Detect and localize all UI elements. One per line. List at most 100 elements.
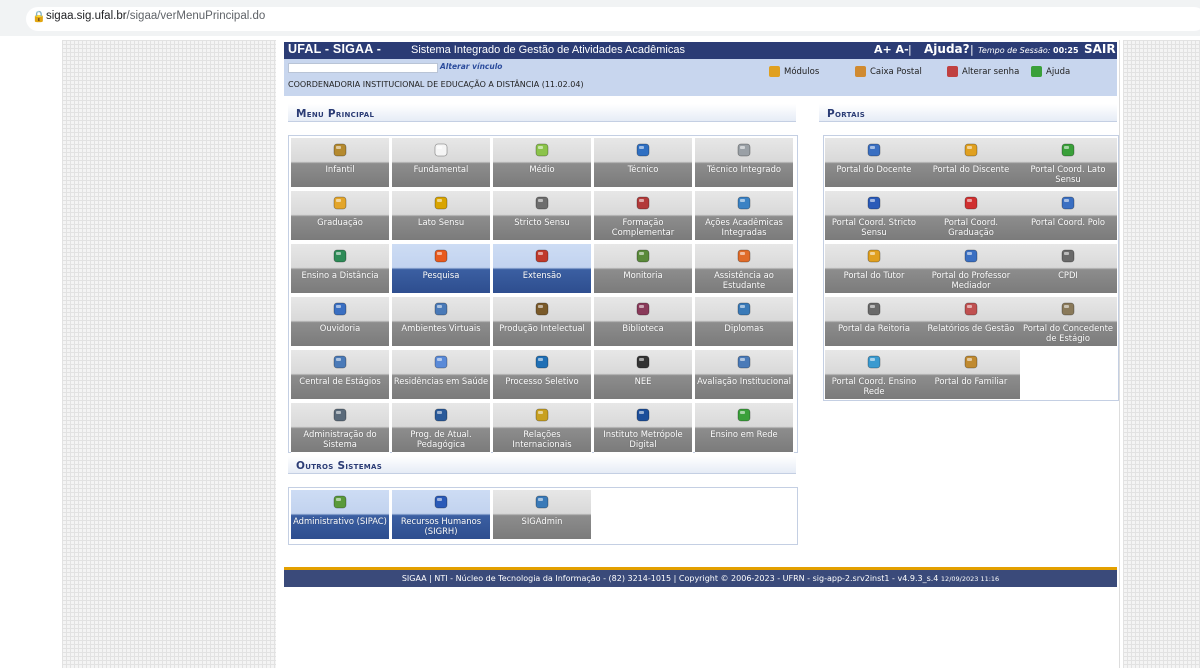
- tile-diplomas[interactable]: Diplomas: [695, 297, 794, 347]
- logout-button[interactable]: SAIR: [1084, 42, 1116, 56]
- toolbar-alterar-senha-button[interactable]: Alterar senha: [947, 65, 1019, 78]
- tile-relatorios-de-gestao[interactable]: Relatórios de Gestão: [922, 297, 1021, 347]
- tile-tecnico-integrado[interactable]: Técnico Integrado: [695, 138, 794, 188]
- tile-relacoes-internacionais[interactable]: Relações Internacionais: [493, 403, 592, 453]
- menu-principal-title: Menu Principal: [288, 104, 796, 122]
- toolbar-caixa-postal-button[interactable]: Caixa Postal: [855, 65, 922, 78]
- tile-label: Fundamental: [413, 164, 469, 174]
- tile-producao-intelectual[interactable]: Produção Intelectual: [493, 297, 592, 347]
- tile-avaliacao-institucional[interactable]: Avaliação Institucional: [695, 350, 794, 400]
- tile-label: Formação Complementar: [611, 217, 675, 237]
- tile-ouvidoria[interactable]: Ouvidoria: [291, 297, 390, 347]
- tile-administracao-do-sistema[interactable]: Administração do Sistema: [291, 403, 390, 453]
- tile-stricto-sensu[interactable]: Stricto Sensu: [493, 191, 592, 241]
- tile-sigadmin[interactable]: SIGAdmin: [493, 490, 592, 540]
- tile-label: Portal Coord. Lato Sensu: [1030, 164, 1106, 184]
- tile-cpdi[interactable]: CPDI: [1019, 244, 1118, 294]
- sipac-icon: [332, 494, 348, 510]
- toolbar-label: Caixa Postal: [870, 66, 922, 77]
- certificate-icon: [736, 142, 752, 158]
- toolbar-modulos-button[interactable]: Módulos: [769, 65, 819, 78]
- tile-label: Lato Sensu: [417, 217, 465, 227]
- tile-ensino-a-distancia[interactable]: Ensino a Distância: [291, 244, 390, 294]
- tile-label: SIGAdmin: [521, 516, 563, 526]
- tile-portal-coord-polo[interactable]: Portal Coord. Polo: [1019, 191, 1118, 241]
- imd-logo-icon: [635, 407, 651, 423]
- tile-portal-do-docente[interactable]: Portal do Docente: [825, 138, 924, 188]
- tile-central-de-estagios[interactable]: Central de Estágios: [291, 350, 390, 400]
- tile-fundamental[interactable]: Fundamental: [392, 138, 491, 188]
- flask-icon: [433, 248, 449, 264]
- tile-label: Portal do Tutor: [843, 270, 905, 280]
- tile-lato-sensu[interactable]: Lato Sensu: [392, 191, 491, 241]
- sigrh-icon: [433, 494, 449, 510]
- tile-infantil[interactable]: Infantil: [291, 138, 390, 188]
- tile-assistencia-ao-estudante[interactable]: Assistência ao Estudante: [695, 244, 794, 294]
- tile-formacao-complementar[interactable]: Formação Complementar: [594, 191, 693, 241]
- header-divider: |: [908, 43, 912, 56]
- brand-subtitle: Sistema Integrado de Gestão de Atividade…: [411, 44, 685, 56]
- tile-ensino-em-rede[interactable]: Ensino em Rede: [695, 403, 794, 453]
- tile-portal-do-discente[interactable]: Portal do Discente: [922, 138, 1021, 188]
- tile-label: Portal Coord. Graduação: [943, 217, 999, 237]
- tile-biblioteca[interactable]: Biblioteca: [594, 297, 693, 347]
- tile-portal-do-tutor[interactable]: Portal do Tutor: [825, 244, 924, 294]
- tile-label: Instituto Metrópole Digital: [603, 429, 683, 449]
- session-time: 00:25: [1053, 46, 1079, 55]
- tile-label: Técnico Integrado: [706, 164, 782, 174]
- tile-portal-coord-stricto-sensu[interactable]: Portal Coord. Stricto Sensu: [825, 191, 924, 241]
- tile-label: Técnico: [627, 164, 659, 174]
- tile-administrativo-sipac[interactable]: Administrativo (SIPAC): [291, 490, 390, 540]
- reitoria-icon: [866, 301, 882, 317]
- tile-label: Graduação: [317, 217, 363, 227]
- tile-label: Relatórios de Gestão: [927, 323, 1015, 333]
- tile-label: Pesquisa: [422, 270, 460, 280]
- professor-mediador-icon: [963, 248, 979, 264]
- coord-lato-icon: [1060, 142, 1076, 158]
- tile-label: Ambientes Virtuais: [401, 323, 481, 333]
- tile-medio[interactable]: Médio: [493, 138, 592, 188]
- tile-portal-coord-lato-sensu[interactable]: Portal Coord. Lato Sensu: [1019, 138, 1118, 188]
- tile-processo-seletivo[interactable]: Processo Seletivo: [493, 350, 592, 400]
- tile-residencias-em-saude[interactable]: Residências em Saúde: [392, 350, 491, 400]
- tile-instituto-metropole-digital[interactable]: Instituto Metrópole Digital: [594, 403, 693, 453]
- tile-portal-coord-graduacao[interactable]: Portal Coord. Graduação: [922, 191, 1021, 241]
- left-background-pattern: [62, 40, 276, 668]
- tile-label: Diplomas: [724, 323, 764, 333]
- tile-extensao[interactable]: Extensão: [493, 244, 592, 294]
- sigadmin-icon: [534, 494, 550, 510]
- brand-title[interactable]: UFAL - SIGAA -: [288, 42, 381, 56]
- familiar-icon: [963, 354, 979, 370]
- tile-portal-do-concedente-de-estagio[interactable]: Portal do Concedente de Estágio: [1019, 297, 1118, 347]
- toolbar-label: Módulos: [784, 66, 820, 77]
- tile-tecnico[interactable]: Técnico: [594, 138, 693, 188]
- tile-label: Relações Internacionais: [512, 429, 572, 449]
- page-border: [1119, 40, 1120, 668]
- infantil-icon: [332, 142, 348, 158]
- docente-icon: [866, 142, 882, 158]
- tile-ambientes-virtuais[interactable]: Ambientes Virtuais: [392, 297, 491, 347]
- browser-address-bar: 🔒 sigaa.sig.ufal.br/sigaa/verMenuPrincip…: [0, 0, 1200, 36]
- tile-recursos-humanos-sigrh[interactable]: Recursos Humanos (SIGRH): [392, 490, 491, 540]
- tile-pesquisa[interactable]: Pesquisa: [392, 244, 491, 294]
- tile-prog-de-atual-pedagogica[interactable]: Prog. de Atual. Pedagógica: [392, 403, 491, 453]
- virtual-users-icon: [433, 301, 449, 317]
- tile-label: Assistência ao Estudante: [714, 270, 774, 290]
- toolbar-ajuda-button[interactable]: Ajuda: [1031, 65, 1070, 78]
- tile-acoes-academicas-integradas[interactable]: Ações Acadêmicas Integradas: [695, 191, 794, 241]
- tile-portal-do-familiar[interactable]: Portal do Familiar: [922, 350, 1021, 400]
- tile-graduacao[interactable]: Graduação: [291, 191, 390, 241]
- tile-label: Portal Coord. Ensino Rede: [831, 376, 917, 396]
- font-size-controls[interactable]: A+ A-: [874, 43, 909, 56]
- tile-nee[interactable]: NEE: [594, 350, 693, 400]
- tile-portal-coord-ensino-rede[interactable]: Portal Coord. Ensino Rede: [825, 350, 924, 400]
- tile-monitoria[interactable]: Monitoria: [594, 244, 693, 294]
- url-text[interactable]: sigaa.sig.ufal.br/sigaa/verMenuPrincipal…: [46, 10, 265, 22]
- change-link-button[interactable]: Alterar vínculo: [440, 62, 502, 71]
- tile-portal-do-professor-mediador[interactable]: Portal do Professor Mediador: [922, 244, 1021, 294]
- tile-portal-da-reitoria[interactable]: Portal da Reitoria: [825, 297, 924, 347]
- tile-label: Central de Estágios: [299, 376, 381, 386]
- help-link[interactable]: Ajuda?: [924, 42, 970, 56]
- tile-label: Administração do Sistema: [303, 429, 377, 449]
- tile-label: Produção Intelectual: [499, 323, 585, 333]
